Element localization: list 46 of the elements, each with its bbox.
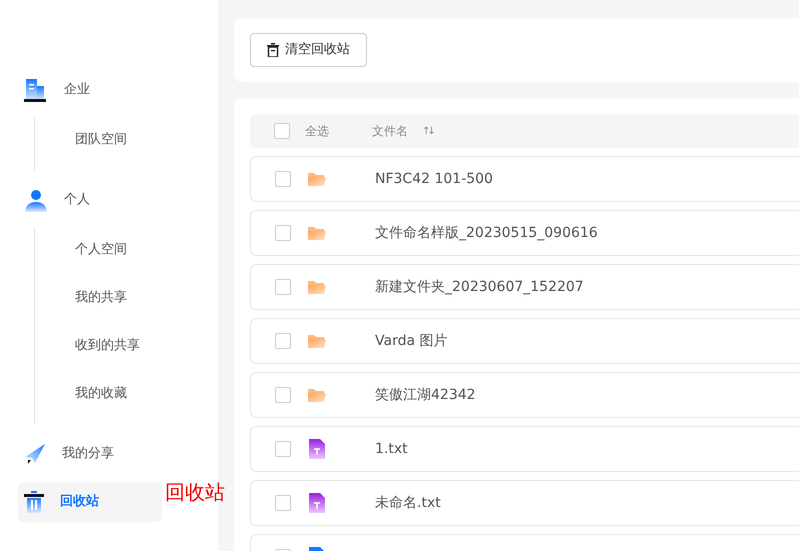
select-all-label: 全选 <box>305 123 329 140</box>
sidebar-subitem[interactable]: 我的收藏 <box>35 374 131 414</box>
file-name: 笑傲江湖42342 <box>375 386 476 404</box>
file-name: Varda 图片 <box>375 332 448 350</box>
text-file-icon <box>309 493 325 513</box>
folder-icon <box>308 280 326 294</box>
building-icon <box>24 78 48 102</box>
folder-icon <box>308 388 326 402</box>
folder-icon <box>308 334 326 348</box>
sidebar-subitem[interactable]: 收到的共享 <box>35 326 144 366</box>
row-checkbox[interactable] <box>275 333 291 349</box>
paper-plane-icon <box>24 443 46 465</box>
clear-recycle-bin-button[interactable]: 清空回收站 <box>250 33 367 67</box>
folder-icon <box>308 226 326 240</box>
sidebar-subitem[interactable]: 我的共享 <box>35 278 131 318</box>
row-checkbox[interactable] <box>275 279 291 295</box>
file-row[interactable]: 新建文件夹_20230607_152207 <box>250 264 799 310</box>
sidebar-item[interactable]: 企业 <box>18 70 162 110</box>
file-name: 文件命名样版_20230515_090616 <box>375 224 598 242</box>
annotation-label: 回收站 <box>165 480 225 504</box>
file-row[interactable]: 笑傲江湖42342 <box>250 372 799 418</box>
trash-icon <box>24 491 44 513</box>
file-name: NF3C42 101-500 <box>375 170 493 188</box>
file-name: 未命名.txt <box>375 494 441 512</box>
file-row[interactable]: Varda 图片 <box>250 318 799 364</box>
row-checkbox[interactable] <box>275 225 291 241</box>
sidebar-item[interactable]: 回收站 <box>18 482 162 522</box>
sidebar-subitem[interactable]: 团队空间 <box>35 120 131 160</box>
person-icon <box>24 188 48 212</box>
text-file-icon <box>309 439 325 459</box>
row-checkbox[interactable] <box>275 495 291 511</box>
file-row[interactable]: 1.txt <box>250 426 799 472</box>
sidebar-item[interactable]: 我的分享 <box>18 434 162 474</box>
file-name: 1.txt <box>375 440 408 458</box>
file-row[interactable]: NF3C42 101-500 <box>250 156 799 202</box>
row-checkbox[interactable] <box>275 387 291 403</box>
row-checkbox[interactable] <box>275 441 291 457</box>
sidebar-subitem[interactable]: 个人空间 <box>35 230 131 270</box>
folder-icon <box>308 172 326 186</box>
file-row[interactable]: 未命名.txt <box>250 480 799 526</box>
file-name: 新建文件夹_20230607_152207 <box>375 278 584 296</box>
trash-icon <box>267 43 279 57</box>
row-checkbox[interactable] <box>275 171 291 187</box>
select-all-checkbox[interactable] <box>274 123 290 139</box>
file-row[interactable]: 文件命名样版_20230515_090616 <box>250 210 799 256</box>
sidebar-item[interactable]: 个人 <box>18 180 162 220</box>
